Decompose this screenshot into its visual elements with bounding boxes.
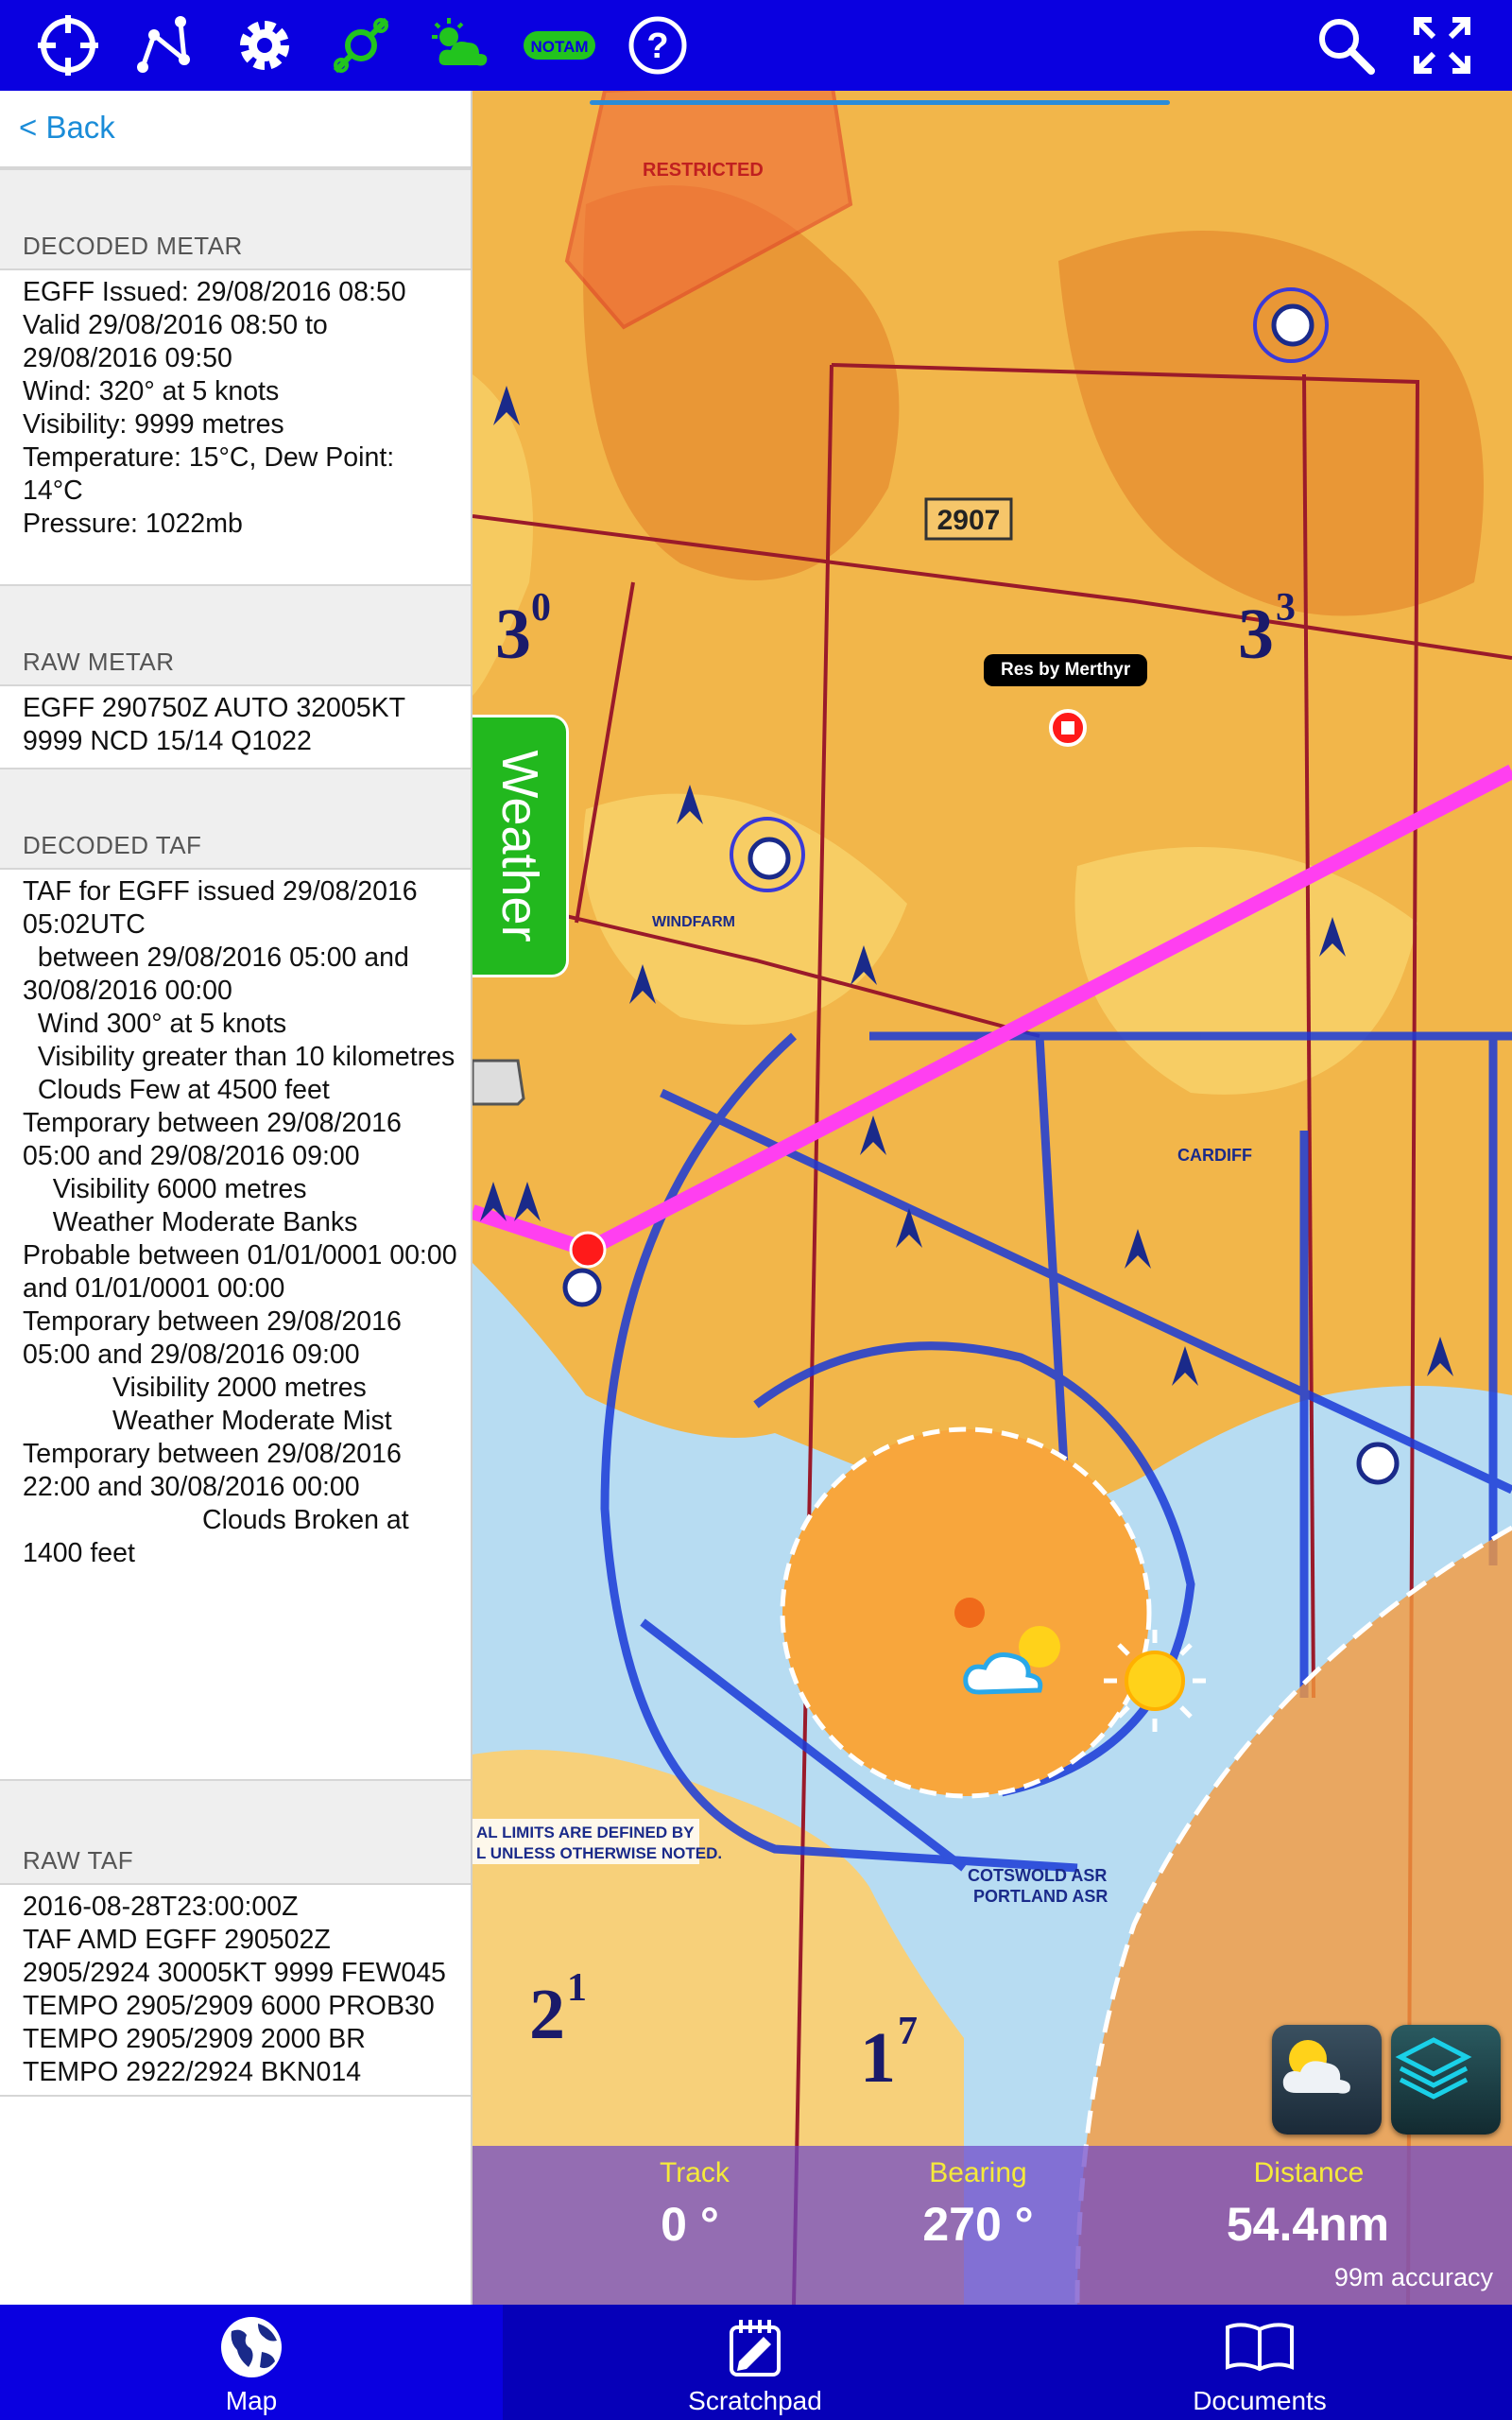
back-button[interactable]: < Back bbox=[19, 110, 115, 146]
raw-metar-text: EGFF 290750Z AUTO 32005KT 9999 NCD 15/14… bbox=[23, 693, 413, 756]
sector-label: 1 bbox=[567, 1966, 587, 2010]
limits-note-1: AL LIMITS ARE DEFINED BY bbox=[476, 1824, 695, 1841]
restricted-label: RESTRICTED bbox=[643, 160, 764, 181]
search-icon[interactable] bbox=[1312, 11, 1380, 79]
nav-map[interactable]: Map bbox=[0, 2305, 503, 2420]
chart-background: 3 0 3 3 2 1 1 7 2907 RESTRICTED WINDFARM… bbox=[472, 91, 1512, 2305]
nav-scratchpad[interactable]: Scratchpad bbox=[503, 2305, 1007, 2420]
bottom-navigation: Map Scratchpad Documents bbox=[0, 2305, 1512, 2420]
layers-icon bbox=[1395, 2037, 1472, 2100]
weather-overlay-icon bbox=[1282, 2040, 1350, 2094]
weather-overlay-button[interactable] bbox=[1272, 2025, 1382, 2135]
scratchpad-icon bbox=[730, 2320, 781, 2377]
notam-label: NOTAM bbox=[530, 38, 588, 56]
weather-tab[interactable]: Weather bbox=[472, 715, 569, 977]
raw-taf-header: RAW TAF bbox=[0, 1779, 471, 1885]
distance-label: Distance bbox=[1253, 2157, 1365, 2188]
layers-button[interactable] bbox=[1391, 2025, 1501, 2135]
crosshair-icon[interactable] bbox=[34, 11, 102, 79]
flight-readout-bar: Track 0 ° Bearing 270 ° Distance 54.4nm … bbox=[472, 2146, 1512, 2305]
waypoint-label: Res by Merthyr bbox=[984, 654, 1148, 686]
plates-icon[interactable] bbox=[327, 11, 395, 79]
portland-asr-label: PORTLAND ASR bbox=[973, 1887, 1108, 1906]
nav-documents[interactable]: Documents bbox=[1007, 2305, 1512, 2420]
sector-label: 3 bbox=[1276, 586, 1296, 630]
sector-label: 2 bbox=[529, 1975, 565, 2054]
book-icon bbox=[1226, 2323, 1294, 2372]
cotswold-asr-label: COTSWOLD ASR bbox=[968, 1866, 1107, 1885]
track-label: Track bbox=[660, 2157, 730, 2188]
bearing-value: 270 ° bbox=[922, 2198, 1034, 2251]
sector-label: 7 bbox=[898, 2010, 918, 2053]
gear-icon[interactable] bbox=[231, 11, 299, 79]
bearing-label: Bearing bbox=[929, 2157, 1027, 2188]
top-toolbar: NOTAM ? bbox=[0, 0, 1512, 91]
globe-icon bbox=[221, 2317, 282, 2377]
progress-bar bbox=[590, 100, 1170, 105]
svg-text:?: ? bbox=[646, 26, 668, 66]
raw-taf-text: 2016-08-28T23:00:00Z TAF AMD EGFF 290502… bbox=[23, 1892, 446, 2087]
decoded-metar-text: EGFF Issued: 29/08/2016 08:50 Valid 29/0… bbox=[23, 277, 406, 539]
cardiff-label: CARDIFF bbox=[1177, 1146, 1252, 1165]
raw-metar-header: RAW METAR bbox=[0, 584, 471, 686]
decoded-taf-text: TAF for EGFF issued 29/08/2016 05:02UTC … bbox=[23, 876, 457, 1568]
gps-accuracy: 99m accuracy bbox=[1333, 2263, 1493, 2291]
fullscreen-icon[interactable] bbox=[1408, 11, 1476, 79]
limits-note-2: L UNLESS OTHERWISE NOTED. bbox=[476, 1844, 722, 1862]
decoded-taf-header: DECODED TAF bbox=[0, 768, 471, 870]
notam-icon[interactable]: NOTAM bbox=[522, 11, 597, 79]
decoded-metar-header: DECODED METAR bbox=[0, 168, 471, 270]
weather-detail-panel: < Back DECODED METAR EGFF Issued: 29/08/… bbox=[0, 91, 472, 2305]
help-icon[interactable]: ? bbox=[624, 11, 692, 79]
distance-value: 54.4nm bbox=[1226, 2198, 1390, 2251]
track-value: 0 ° bbox=[661, 2198, 719, 2251]
route-icon[interactable] bbox=[130, 11, 198, 79]
sector-label: 0 bbox=[531, 586, 551, 630]
sector-label: 3 bbox=[1238, 595, 1274, 674]
sector-label: 3 bbox=[495, 595, 531, 674]
sector-label: 1 bbox=[860, 2018, 896, 2098]
weather-cloud-icon[interactable] bbox=[425, 11, 493, 79]
aviation-chart-map[interactable]: 3 0 3 3 2 1 1 7 2907 RESTRICTED WINDFARM… bbox=[472, 91, 1512, 2305]
windfarm-label: WINDFARM bbox=[652, 914, 735, 930]
altitude-box-label: 2907 bbox=[937, 505, 1001, 536]
